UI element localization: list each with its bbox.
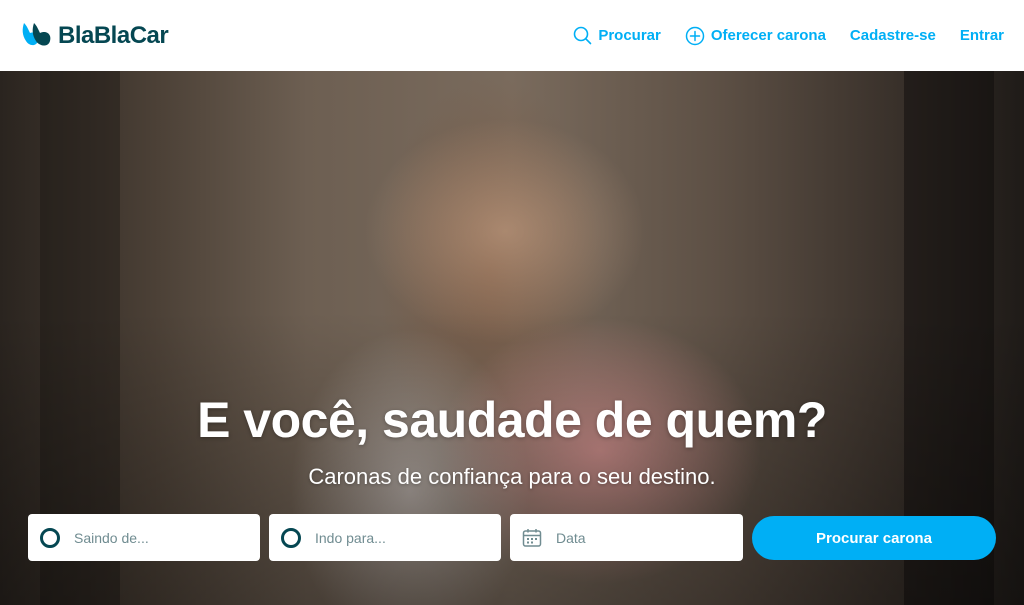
destination-placeholder: Indo para... [315, 529, 386, 546]
nav-offer-label: Oferecer carona [710, 27, 826, 44]
date-placeholder: Data [556, 529, 586, 546]
blablacar-logo-icon [20, 21, 54, 51]
calendar-icon [522, 528, 542, 547]
departure-input[interactable]: Saindo de... [28, 514, 260, 561]
hero-subtitle: Caronas de confiança para o seu destino. [308, 464, 716, 489]
date-input[interactable]: Data [510, 514, 743, 561]
brand-logo[interactable]: BlaBlaCar [20, 16, 169, 56]
circle-icon [281, 527, 301, 548]
top-header: BlaBlaCar Procurar Oferecer carona Cadas… [0, 0, 1024, 71]
hero-title: E você, saudade de quem? [197, 392, 827, 448]
nav-login-link[interactable]: Entrar [960, 27, 1004, 44]
search-icon [574, 26, 592, 45]
nav-signup-label: Cadastre-se [849, 27, 936, 44]
destination-input[interactable]: Indo para... [269, 514, 501, 561]
main-nav: Procurar Oferecer carona Cadastre-se Ent… [549, 26, 1004, 46]
search-rides-button[interactable]: Procurar carona [752, 516, 996, 560]
hero-banner: E você, saudade de quem? Caronas de conf… [0, 71, 1024, 605]
nav-signup-link[interactable]: Cadastre-se [850, 27, 936, 44]
departure-placeholder: Saindo de... [74, 529, 149, 546]
nav-search-label: Procurar [598, 27, 661, 44]
brand-name: BlaBlaCar [58, 21, 169, 49]
nav-login-label: Entrar [959, 27, 1004, 44]
plus-circle-icon [685, 26, 705, 45]
nav-search-link[interactable]: Procurar [573, 26, 661, 45]
circle-icon [40, 527, 60, 548]
nav-offer-link[interactable]: Oferecer carona [685, 26, 826, 46]
